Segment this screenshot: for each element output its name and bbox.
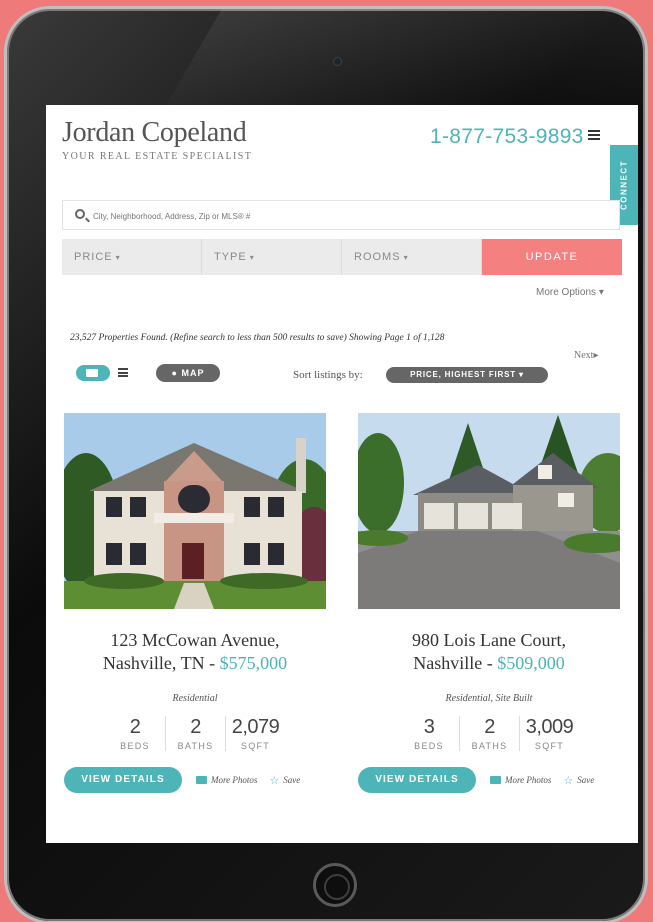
baths-label: BATHS: [471, 741, 508, 751]
brand-logo[interactable]: Jordan Copeland YOUR REAL ESTATE SPECIAL…: [62, 117, 252, 162]
grid-view-toggle[interactable]: [76, 365, 110, 381]
save-label: Save: [283, 775, 301, 785]
screen: Jordan Copeland YOUR REAL ESTATE SPECIAL…: [46, 105, 638, 843]
phone-number[interactable]: 1-877-753-9893: [430, 125, 584, 149]
chevron-right-icon: ▸: [593, 350, 599, 361]
listing-address[interactable]: 980 Lois Lane Court, Nashville - $509,00…: [358, 629, 620, 675]
sqft-label: SQFT: [534, 741, 565, 751]
sort-value: PRICE, HIGHEST FIRST: [410, 370, 516, 379]
next-label: Next: [574, 350, 594, 361]
connect-label: CONNECT: [619, 159, 629, 211]
chevron-down-icon: ▾: [519, 370, 524, 379]
address-line2: Nashville, TN -: [102, 653, 220, 673]
price-filter[interactable]: PRICE ▾: [62, 239, 202, 275]
next-page-link[interactable]: Next▸: [574, 350, 598, 361]
filter-bar: PRICE ▾ TYPE ▾ ROOMS ▾ UPDATE: [62, 239, 622, 275]
front-camera: [333, 57, 342, 66]
baths-count: 2: [190, 716, 201, 738]
type-filter[interactable]: TYPE ▾: [202, 239, 342, 275]
beds-label: BEDS: [120, 741, 150, 751]
star-icon: ☆: [269, 774, 280, 787]
rooms-filter-label: ROOMS: [354, 251, 401, 263]
save-link[interactable]: ☆ Save: [269, 774, 300, 787]
brand-name: Jordan Copeland: [62, 117, 247, 148]
home-button[interactable]: [313, 863, 357, 907]
listing-price: $575,000: [219, 653, 288, 673]
address-line2: Nashville -: [413, 653, 498, 673]
baths-label: BATHS: [177, 741, 214, 751]
baths-stat: 2 BATHS: [165, 716, 225, 751]
map-pin-icon: ●: [171, 368, 178, 378]
more-photos-link[interactable]: More Photos: [490, 775, 551, 785]
sqft-value: 2,079: [231, 716, 280, 738]
listing-card: 123 McCowan Avenue, Nashville, TN - $575…: [64, 413, 326, 793]
view-details-button[interactable]: VIEW DETAILS: [64, 767, 182, 793]
beds-stat: 3 BEDS: [399, 716, 459, 751]
listing-card: 980 Lois Lane Court, Nashville - $509,00…: [358, 413, 620, 793]
results-summary: 23,527 Properties Found. (Refine search …: [70, 333, 445, 343]
sqft-value: 3,009: [525, 716, 574, 738]
chevron-down-icon: ▾: [598, 287, 604, 298]
beds-label: BEDS: [414, 741, 444, 751]
tablet-frame: Jordan Copeland YOUR REAL ESTATE SPECIAL…: [4, 6, 648, 922]
update-button[interactable]: UPDATE: [482, 239, 622, 275]
sort-label: Sort listings by:: [293, 369, 363, 381]
view-details-button[interactable]: VIEW DETAILS: [358, 767, 476, 793]
more-photos-label: More Photos: [505, 775, 552, 785]
search-input[interactable]: [93, 207, 593, 225]
sqft-stat: 3,009 SQFT: [519, 716, 579, 751]
more-photos-link[interactable]: More Photos: [196, 775, 257, 785]
search-box: [62, 200, 620, 230]
type-filter-label: TYPE: [214, 251, 247, 263]
chevron-down-icon: ▾: [403, 253, 409, 262]
brand-tagline: YOUR REAL ESTATE SPECIALIST: [62, 151, 253, 162]
listing-stats: 2 BEDS 2 BATHS 2,079 SQFT: [64, 716, 326, 751]
star-icon: ☆: [563, 774, 574, 787]
sort-dropdown[interactable]: PRICE, HIGHEST FIRST ▾: [386, 367, 548, 383]
listing-actions: VIEW DETAILS More Photos ☆ Save: [358, 767, 620, 793]
baths-stat: 2 BATHS: [459, 716, 519, 751]
grid-icon: [86, 369, 98, 377]
address-line1: 123 McCowan Avenue,: [110, 630, 280, 650]
beds-count: 3: [423, 716, 435, 738]
property-type: Residential: [172, 693, 218, 704]
more-options-label: More Options: [536, 287, 597, 298]
camera-icon: [196, 776, 207, 784]
chevron-down-icon: ▾: [249, 253, 255, 262]
listing-actions: VIEW DETAILS More Photos ☆ Save: [64, 767, 326, 793]
more-photos-label: More Photos: [211, 775, 258, 785]
sqft-stat: 2,079 SQFT: [225, 716, 285, 751]
baths-count: 2: [484, 716, 495, 738]
listing-photo[interactable]: [358, 413, 620, 609]
rooms-filter[interactable]: ROOMS ▾: [342, 239, 482, 275]
hamburger-menu-icon[interactable]: [588, 130, 600, 140]
map-button[interactable]: ● MAP: [156, 364, 220, 382]
beds-count: 2: [129, 716, 141, 738]
sqft-label: SQFT: [240, 741, 271, 751]
search-icon: [75, 209, 85, 219]
beds-stat: 2 BEDS: [105, 716, 165, 751]
price-filter-label: PRICE: [74, 251, 113, 263]
site-header: Jordan Copeland YOUR REAL ESTATE SPECIAL…: [46, 105, 638, 185]
listing-photo[interactable]: [64, 413, 326, 609]
address-line1: 980 Lois Lane Court,: [412, 630, 566, 650]
map-label: MAP: [181, 368, 205, 378]
listing-stats: 3 BEDS 2 BATHS 3,009 SQFT: [358, 716, 620, 751]
chevron-down-icon: ▾: [115, 253, 121, 262]
save-link[interactable]: ☆ Save: [563, 774, 594, 787]
property-type: Residential, Site Built: [445, 693, 533, 704]
save-label: Save: [577, 775, 595, 785]
camera-icon: [490, 776, 501, 784]
list-view-icon[interactable]: [118, 368, 128, 377]
more-options-link[interactable]: More Options ▾: [536, 287, 604, 298]
listing-address[interactable]: 123 McCowan Avenue, Nashville, TN - $575…: [64, 629, 326, 675]
listing-price: $509,000: [497, 653, 565, 673]
